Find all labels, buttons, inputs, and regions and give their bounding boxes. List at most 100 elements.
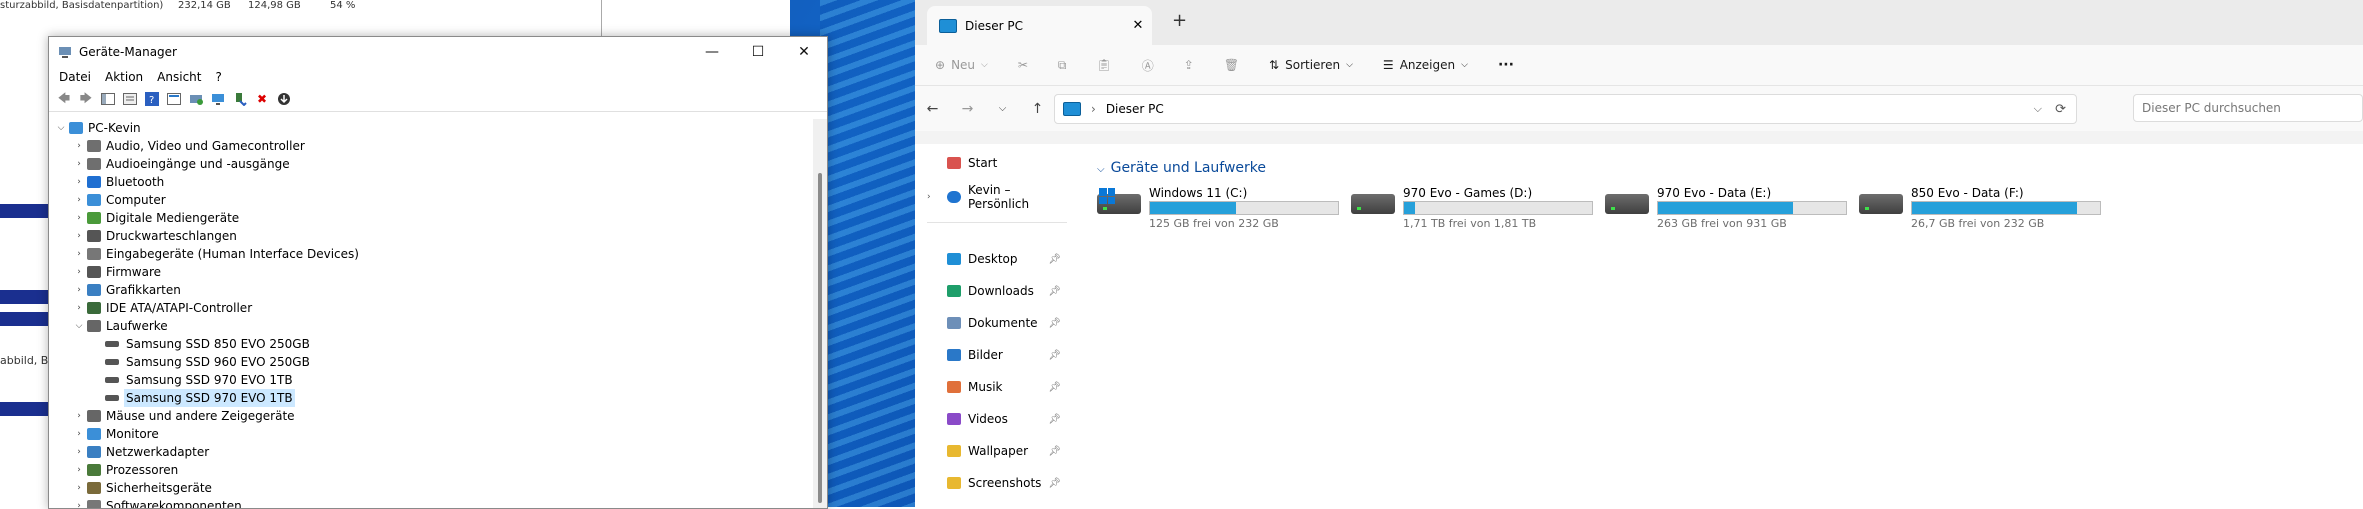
scan-hardware-icon[interactable]: [188, 91, 204, 107]
tree-category[interactable]: › Computer: [49, 191, 813, 209]
tree-category[interactable]: › IDE ATA/ATAPI-Controller: [49, 299, 813, 317]
expand-chevron-icon[interactable]: ›: [71, 137, 87, 155]
more-options-button[interactable]: ···: [1498, 57, 1514, 73]
drive-tile[interactable]: 970 Evo - Data (E:) 263 GB frei von 931 G…: [1605, 186, 1855, 230]
nav-item-pinned[interactable]: Videos 📌︎: [915, 408, 1075, 430]
expand-chevron-icon[interactable]: ›: [71, 209, 87, 227]
title-bar[interactable]: Geräte-Manager — ☐ ✕: [49, 37, 827, 67]
forward-arrow-icon[interactable]: 🡆: [78, 91, 94, 107]
nav-item-pinned[interactable]: Downloads 📌︎: [915, 280, 1075, 302]
tree-category[interactable]: › Monitore: [49, 425, 813, 443]
nav-item-onedrive[interactable]: › Kevin – Persönlich: [915, 183, 1075, 211]
monitor-icon[interactable]: [210, 91, 226, 107]
tree-category[interactable]: › Mäuse und andere Zeigegeräte: [49, 407, 813, 425]
pin-icon[interactable]: 📌︎: [1048, 446, 1061, 457]
sort-button[interactable]: ⇅ Sortieren ⌵: [1269, 58, 1353, 72]
menu-help[interactable]: ?: [209, 70, 229, 84]
tree-drive[interactable]: Samsung SSD 970 EVO 1TB: [49, 389, 813, 407]
update-driver-icon[interactable]: [232, 91, 248, 107]
view-resources-icon[interactable]: [166, 91, 182, 107]
breadcrumb-dieser-pc[interactable]: Dieser PC: [1106, 102, 1164, 116]
expand-chevron-icon[interactable]: ›: [71, 227, 87, 245]
minimize-button[interactable]: —: [689, 37, 735, 67]
nav-item-pinned[interactable]: Bilder 📌︎: [915, 344, 1075, 366]
group-header-drives[interactable]: ⌵ Geräte und Laufwerke: [1097, 160, 1266, 176]
cut-icon[interactable]: ✂: [1018, 58, 1028, 72]
pin-icon[interactable]: 📌︎: [1048, 382, 1061, 393]
tab-dieser-pc[interactable]: Dieser PC ✕: [927, 6, 1152, 45]
tree-root[interactable]: ⌵ PC-Kevin: [49, 119, 813, 137]
expand-chevron-icon[interactable]: ›: [71, 191, 87, 209]
pin-icon[interactable]: 📌︎: [1048, 254, 1061, 265]
maximize-button[interactable]: ☐: [735, 37, 781, 67]
expand-chevron-icon[interactable]: ›: [927, 192, 931, 202]
vertical-scrollbar[interactable]: [813, 119, 827, 508]
nav-item-pinned[interactable]: Screenshots 📌︎: [915, 472, 1075, 494]
tree-category[interactable]: › Druckwarteschlangen: [49, 227, 813, 245]
tree-category[interactable]: › Firmware: [49, 263, 813, 281]
nav-item-pinned[interactable]: Wallpaper 📌︎: [915, 440, 1075, 462]
pin-icon[interactable]: 📌︎: [1048, 478, 1061, 489]
address-bar[interactable]: › Dieser PC ⌵ ⟳: [1054, 94, 2077, 124]
copy-icon[interactable]: ⧉: [1058, 58, 1067, 73]
collapse-chevron-icon[interactable]: ⌵: [71, 317, 87, 335]
paste-icon[interactable]: 📋︎: [1097, 58, 1112, 72]
expand-chevron-icon[interactable]: ›: [71, 443, 87, 461]
new-button[interactable]: ⊕ Neu ⌵: [935, 58, 988, 72]
pin-icon[interactable]: 📌︎: [1048, 318, 1061, 329]
tree-category[interactable]: › Audio, Video und Gamecontroller: [49, 137, 813, 155]
back-arrow-icon[interactable]: 🡄: [56, 91, 72, 107]
delete-icon[interactable]: 🗑︎: [1224, 58, 1239, 72]
new-tab-plus-icon[interactable]: +: [1172, 10, 1187, 31]
tree-category[interactable]: › Sicherheitsgeräte: [49, 479, 813, 497]
refresh-icon[interactable]: ⟳: [2055, 102, 2066, 117]
expand-chevron-icon[interactable]: ›: [71, 245, 87, 263]
tree-category[interactable]: › Digitale Mediengeräte: [49, 209, 813, 227]
view-button[interactable]: ☰ Anzeigen ⌵: [1383, 58, 1468, 72]
tree-drive[interactable]: Samsung SSD 850 EVO 250GB: [49, 335, 813, 353]
properties-icon[interactable]: [122, 91, 138, 107]
drive-tile[interactable]: 970 Evo - Games (D:) 1,71 TB frei von 1,8…: [1351, 186, 1601, 230]
expand-chevron-icon[interactable]: ›: [71, 155, 87, 173]
tree-category[interactable]: › Prozessoren: [49, 461, 813, 479]
up-arrow-icon[interactable]: ↑: [1020, 101, 1055, 117]
tree-category[interactable]: › Audioeingänge und -ausgänge: [49, 155, 813, 173]
close-tab-icon[interactable]: ✕: [1124, 18, 1152, 33]
menu-datei[interactable]: Datei: [53, 70, 99, 84]
expand-chevron-icon[interactable]: ›: [71, 497, 87, 508]
recent-chevron-icon[interactable]: ⌵: [985, 103, 1020, 114]
tree-category[interactable]: › Grafikkarten: [49, 281, 813, 299]
nav-item-pinned[interactable]: Desktop 📌︎: [915, 248, 1075, 270]
back-arrow-icon[interactable]: ←: [915, 101, 950, 117]
pin-icon[interactable]: 📌︎: [1048, 414, 1061, 425]
expand-chevron-icon[interactable]: ›: [71, 425, 87, 443]
nav-item-pinned[interactable]: Dokumente 📌︎: [915, 312, 1075, 334]
collapse-chevron-icon[interactable]: ⌵: [1097, 164, 1105, 175]
nav-item-home[interactable]: Start: [915, 152, 1075, 174]
expand-chevron-icon[interactable]: ›: [71, 407, 87, 425]
tree-category[interactable]: › Netzwerkadapter: [49, 443, 813, 461]
collapse-chevron-icon[interactable]: ⌵: [53, 119, 69, 137]
expand-chevron-icon[interactable]: ›: [71, 173, 87, 191]
expand-chevron-icon[interactable]: ›: [71, 281, 87, 299]
download-circle-icon[interactable]: [276, 91, 292, 107]
rename-icon[interactable]: Ⓐ: [1142, 57, 1154, 74]
close-button[interactable]: ✕: [781, 37, 827, 67]
menu-ansicht[interactable]: Ansicht: [151, 70, 209, 84]
search-input[interactable]: Dieser PC durchsuchen: [2133, 94, 2363, 122]
drive-tile[interactable]: Windows 11 (C:) 125 GB frei von 232 GB: [1097, 186, 1347, 230]
show-hide-tree-icon[interactable]: [100, 91, 116, 107]
pin-icon[interactable]: 📌︎: [1048, 286, 1061, 297]
tree-category[interactable]: › Eingabegeräte (Human Interface Devices): [49, 245, 813, 263]
expand-chevron-icon[interactable]: ›: [71, 299, 87, 317]
nav-item-pinned[interactable]: Musik 📌︎: [915, 376, 1075, 398]
uninstall-x-icon[interactable]: ✖: [254, 91, 270, 107]
tree-category[interactable]: › Bluetooth: [49, 173, 813, 191]
expand-chevron-icon[interactable]: ›: [71, 479, 87, 497]
tree-drive[interactable]: Samsung SSD 960 EVO 250GB: [49, 353, 813, 371]
menu-aktion[interactable]: Aktion: [99, 70, 151, 84]
tree-category[interactable]: › Softwarekomponenten: [49, 497, 813, 508]
expand-chevron-icon[interactable]: ›: [71, 263, 87, 281]
drive-tile[interactable]: 850 Evo - Data (F:) 26,7 GB frei von 232 …: [1859, 186, 2109, 230]
tree-drive[interactable]: Samsung SSD 970 EVO 1TB: [49, 371, 813, 389]
